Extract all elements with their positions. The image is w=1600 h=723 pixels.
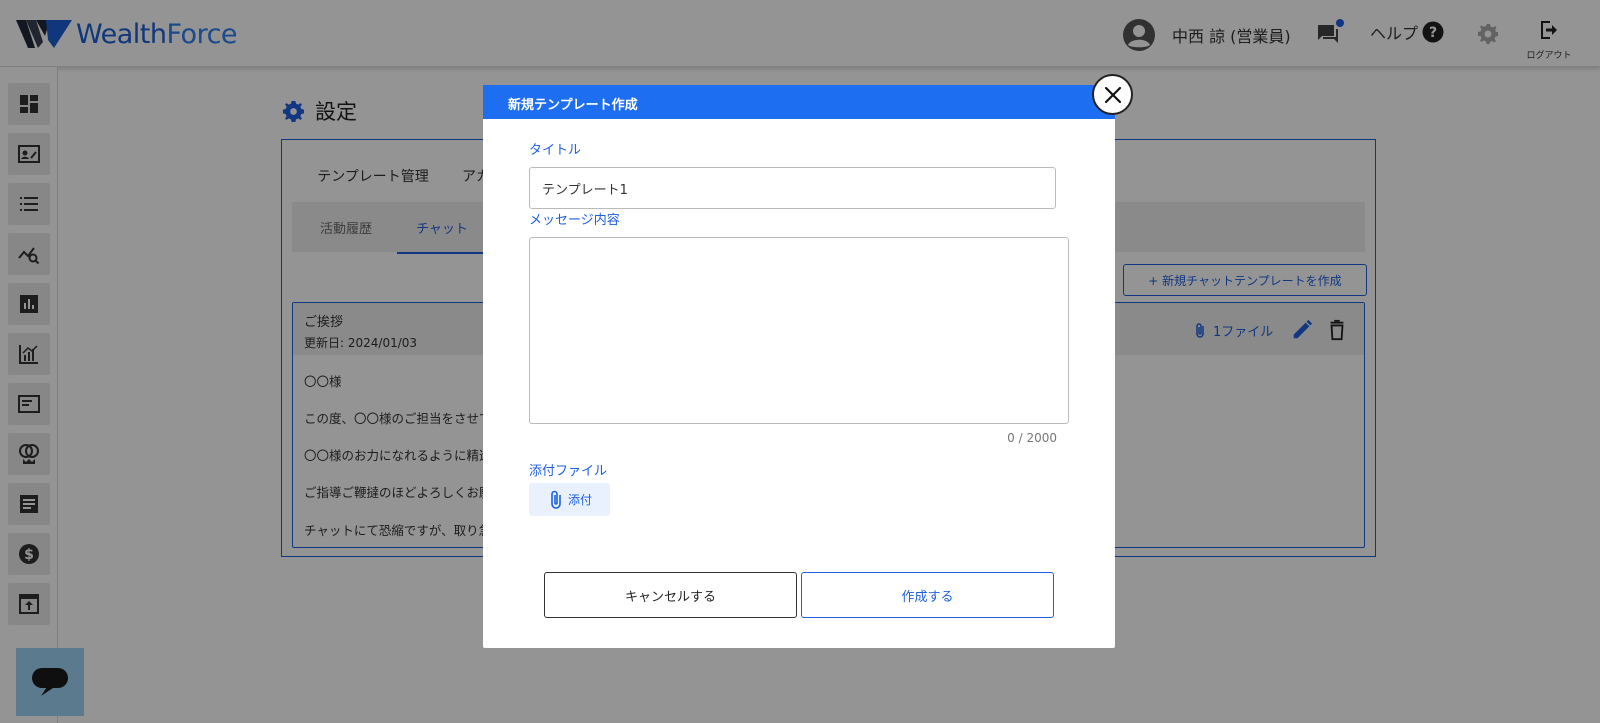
new-template-modal: 新規テンプレート作成 タイトル メッセージ内容 0 / 2000 添付ファイル … — [483, 85, 1115, 648]
create-button[interactable]: 作成する — [801, 572, 1054, 618]
modal-close-button[interactable] — [1092, 74, 1133, 115]
title-field-label: タイトル — [529, 143, 582, 158]
attach-file-button[interactable]: 添付 — [529, 483, 610, 516]
title-input[interactable] — [529, 167, 1056, 209]
message-field-label: メッセージ内容 — [529, 213, 620, 228]
attach-button-label: 添付 — [567, 493, 592, 507]
paperclip-icon — [551, 490, 561, 509]
character-counter: 0 / 2000 — [1007, 431, 1057, 445]
message-textarea[interactable] — [529, 237, 1069, 424]
close-icon — [1104, 86, 1121, 103]
cancel-button[interactable]: キャンセルする — [544, 572, 797, 618]
modal-title: 新規テンプレート作成 — [483, 85, 1115, 119]
attachment-field-label: 添付ファイル — [529, 464, 608, 479]
